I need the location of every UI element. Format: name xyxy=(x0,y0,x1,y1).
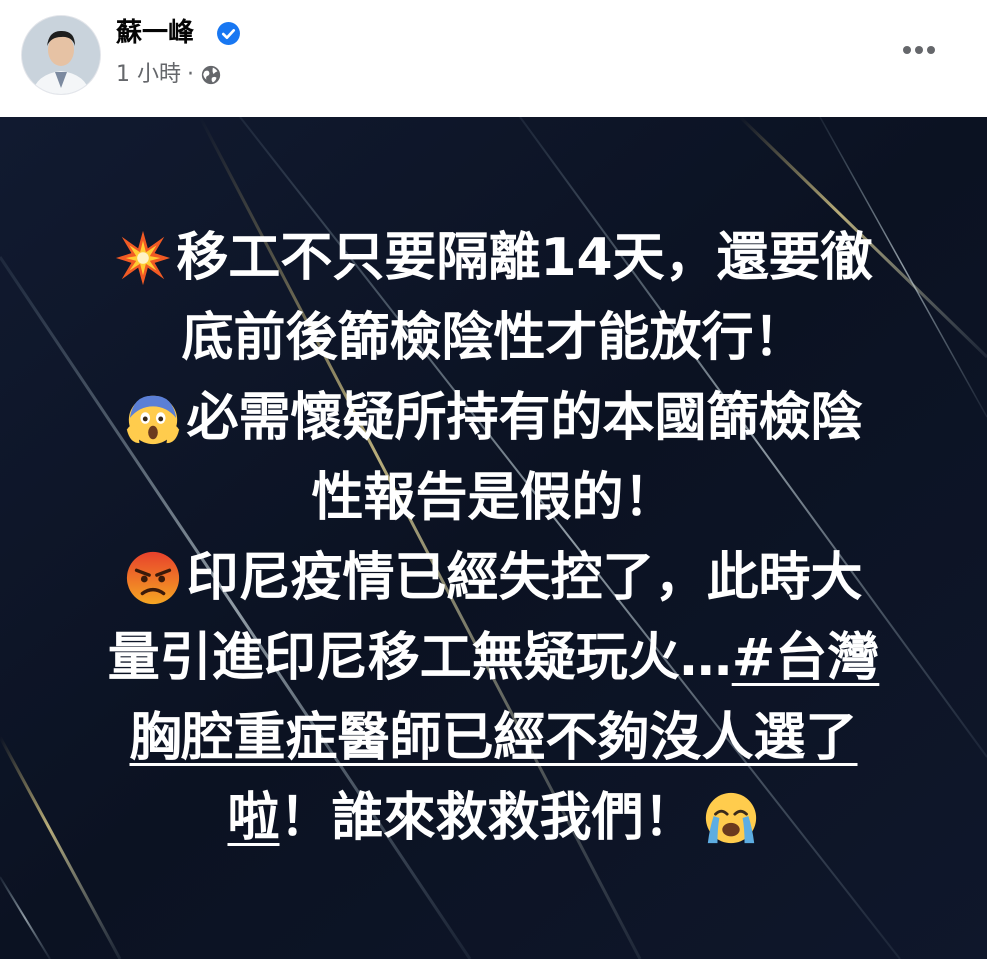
image-text-line-5-text: 印尼疫情已經失控了，此時大 xyxy=(186,548,863,608)
image-text-line-8: 啦 ！誰來救救我們！ xyxy=(0,778,987,858)
angry-face-emoji-icon xyxy=(127,551,180,605)
image-text-line-1-text: 移工不只要隔離14天，還要徹 xyxy=(176,228,873,288)
post-image-text: 移工不只要隔離14天，還要徹 底前後篩檢陰性才能放行！ 必需懷疑所持有的本國篩檢… xyxy=(0,117,987,858)
image-text-line-3: 必需懷疑所持有的本國篩檢陰 xyxy=(0,378,987,458)
image-text-line-4: 性報告是假的！ xyxy=(0,458,987,538)
image-text-line-2: 底前後篩檢陰性才能放行！ xyxy=(0,298,987,378)
image-text-line-6-text: 量引進印尼移工無疑玩火… xyxy=(107,628,732,688)
globe-icon xyxy=(201,65,221,85)
more-options-button[interactable] xyxy=(894,30,944,70)
collision-emoji-icon xyxy=(116,230,171,286)
meta-separator: · xyxy=(187,62,194,87)
image-text-line-7: 胸腔重症醫師已經不夠沒人選了 xyxy=(0,698,987,778)
hashtag-link-middle[interactable]: 胸腔重症醫師已經不夠沒人選了 xyxy=(129,698,857,778)
hashtag-link-end[interactable]: 啦 xyxy=(227,778,279,858)
post-meta: 1 小時 · xyxy=(116,60,222,90)
hashtag-link-start[interactable]: #台灣 xyxy=(732,618,880,698)
image-text-line-8-text: ！誰來救救我們！ xyxy=(279,788,696,848)
crying-face-emoji-icon xyxy=(705,792,756,844)
image-text-line-2-text: 底前後篩檢陰性才能放行！ xyxy=(181,308,806,368)
image-text-line-5: 印尼疫情已經失控了，此時大 xyxy=(0,538,987,618)
author-name[interactable]: 蘇一峰 xyxy=(116,16,194,50)
post-timestamp[interactable]: 1 小時 xyxy=(116,60,181,90)
post-header: 蘇一峰 1 小時 · xyxy=(0,0,987,117)
verified-badge-icon xyxy=(217,22,240,45)
image-text-line-4-text: 性報告是假的！ xyxy=(311,468,676,528)
image-text-line-1: 移工不只要隔離14天，還要徹 xyxy=(0,218,987,298)
image-text-line-6: 量引進印尼移工無疑玩火… #台灣 xyxy=(0,618,987,698)
more-options-icon xyxy=(903,46,935,54)
screaming-face-emoji-icon xyxy=(127,395,180,445)
image-text-line-3-text: 必需懷疑所持有的本國篩檢陰 xyxy=(186,388,863,448)
author-avatar[interactable] xyxy=(21,15,101,95)
